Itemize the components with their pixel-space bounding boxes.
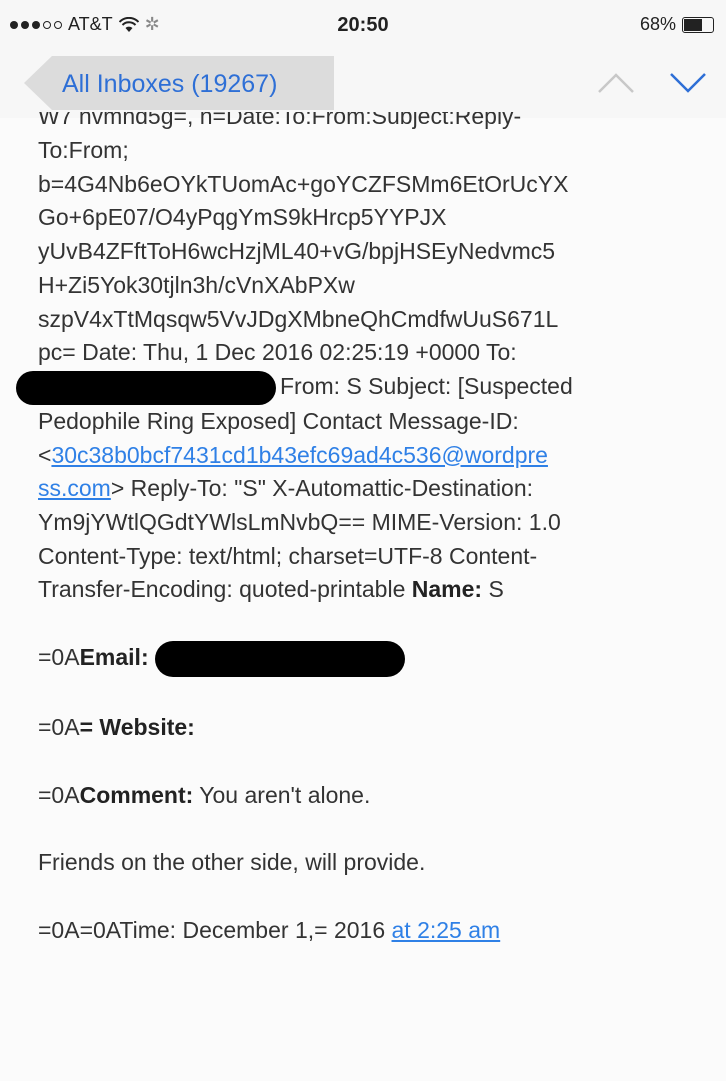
header-line: Transfer-Encoding: quoted-printable Name… bbox=[38, 573, 708, 607]
comment-value: You aren't alone. bbox=[193, 781, 371, 808]
website-line: =0A= Website: bbox=[38, 711, 708, 745]
message-id-link[interactable]: 30c38b0bcf7431cd1b43efc69ad4c536@wordpre bbox=[51, 442, 548, 468]
comment-line: =0AComment: You aren't alone. bbox=[38, 779, 708, 813]
battery-percent: 68% bbox=[639, 14, 676, 34]
redaction-mark bbox=[16, 370, 276, 405]
header-line: Ym9jYWtlQGdtYWlsLmNvbQ== MIME-Version: 1… bbox=[38, 508, 561, 535]
name-value: S bbox=[482, 576, 504, 603]
email-body: W7 nvmnd5g=, h=Date:To:From:Subject:Repl… bbox=[16, 112, 708, 948]
nav-bar: All Inboxes (19267) bbox=[0, 48, 726, 118]
friends-line: Friends on the other side, will provide. bbox=[38, 849, 426, 876]
header-line: Pedophile Ring Exposed] Contact Message-… bbox=[38, 407, 519, 434]
chevron-down-icon[interactable] bbox=[668, 70, 708, 96]
header-line: Go+6pE07/O4yPqgYmS9kHrcp5YYPJX bbox=[38, 204, 447, 231]
header-line: ss.com> Reply-To: "S" X-Automattic-Desti… bbox=[38, 472, 708, 506]
email-field-line: =0AEmail: bbox=[38, 641, 708, 678]
reply-to-text: > Reply-To: "S" X-Automattic-Destination… bbox=[110, 475, 534, 502]
header-line: <30c38b0bcf7431cd1b43efc69ad4c536@wordpr… bbox=[38, 439, 708, 473]
encoding-text: Transfer-Encoding: quoted-printable bbox=[38, 576, 412, 603]
redaction-mark bbox=[155, 641, 405, 678]
message-id-link-cont[interactable]: ss.com bbox=[38, 475, 111, 501]
clipped-header-line: W7 nvmnd5g=, h=Date:To:From:Subject:Repl… bbox=[38, 112, 522, 129]
from-subject-text: From: S Subject: [Suspected bbox=[280, 372, 573, 399]
comment-label: Comment: bbox=[79, 781, 194, 808]
time-prefix: =0A=0ATime: December 1,= 2016 bbox=[38, 917, 392, 944]
email-prefix: =0A bbox=[38, 644, 80, 671]
header-line: szpV4xTtMqsqw5VvJDgXMbneQhCmdfwUuS671L bbox=[38, 305, 559, 332]
website-label: = Website: bbox=[79, 714, 195, 741]
status-bar: AT&T ✲ 20:50 68% bbox=[0, 0, 726, 48]
header-line: yUvB4ZFftToH6wcHzjML40+vG/bpjHSEyNedvmc5 bbox=[38, 238, 556, 265]
header-line: pc= Date: Thu, 1 Dec 2016 02:25:19 +0000… bbox=[38, 339, 517, 366]
email-label: Email: bbox=[79, 644, 149, 671]
back-button[interactable]: All Inboxes (19267) bbox=[24, 56, 334, 110]
clock: 20:50 bbox=[337, 14, 389, 36]
time-line: =0A=0ATime: December 1,= 2016 at 2:25 am bbox=[38, 914, 708, 948]
msgid-prefix: < bbox=[38, 441, 52, 468]
header-line: To:From; bbox=[38, 137, 129, 163]
header-line: H+Zi5Yok30tjln3h/cVnXAbPXw bbox=[38, 271, 355, 298]
time-link[interactable]: at 2:25 am bbox=[392, 917, 501, 943]
comment-prefix: =0A bbox=[38, 781, 80, 808]
header-line: From: S Subject: [Suspected bbox=[16, 370, 708, 405]
header-line: b=4G4Nb6eOYkTUomAc+goYCZFSMm6EtOrUcYX bbox=[38, 170, 569, 197]
chevron-up-icon[interactable] bbox=[596, 70, 636, 96]
header-line: Content-Type: text/html; charset=UTF-8 C… bbox=[38, 542, 538, 569]
back-button-label: All Inboxes (19267) bbox=[62, 70, 278, 98]
name-label: Name: bbox=[411, 576, 483, 603]
website-prefix: =0A bbox=[38, 714, 80, 741]
battery-group: 68% bbox=[640, 14, 714, 35]
battery-icon bbox=[682, 16, 714, 33]
